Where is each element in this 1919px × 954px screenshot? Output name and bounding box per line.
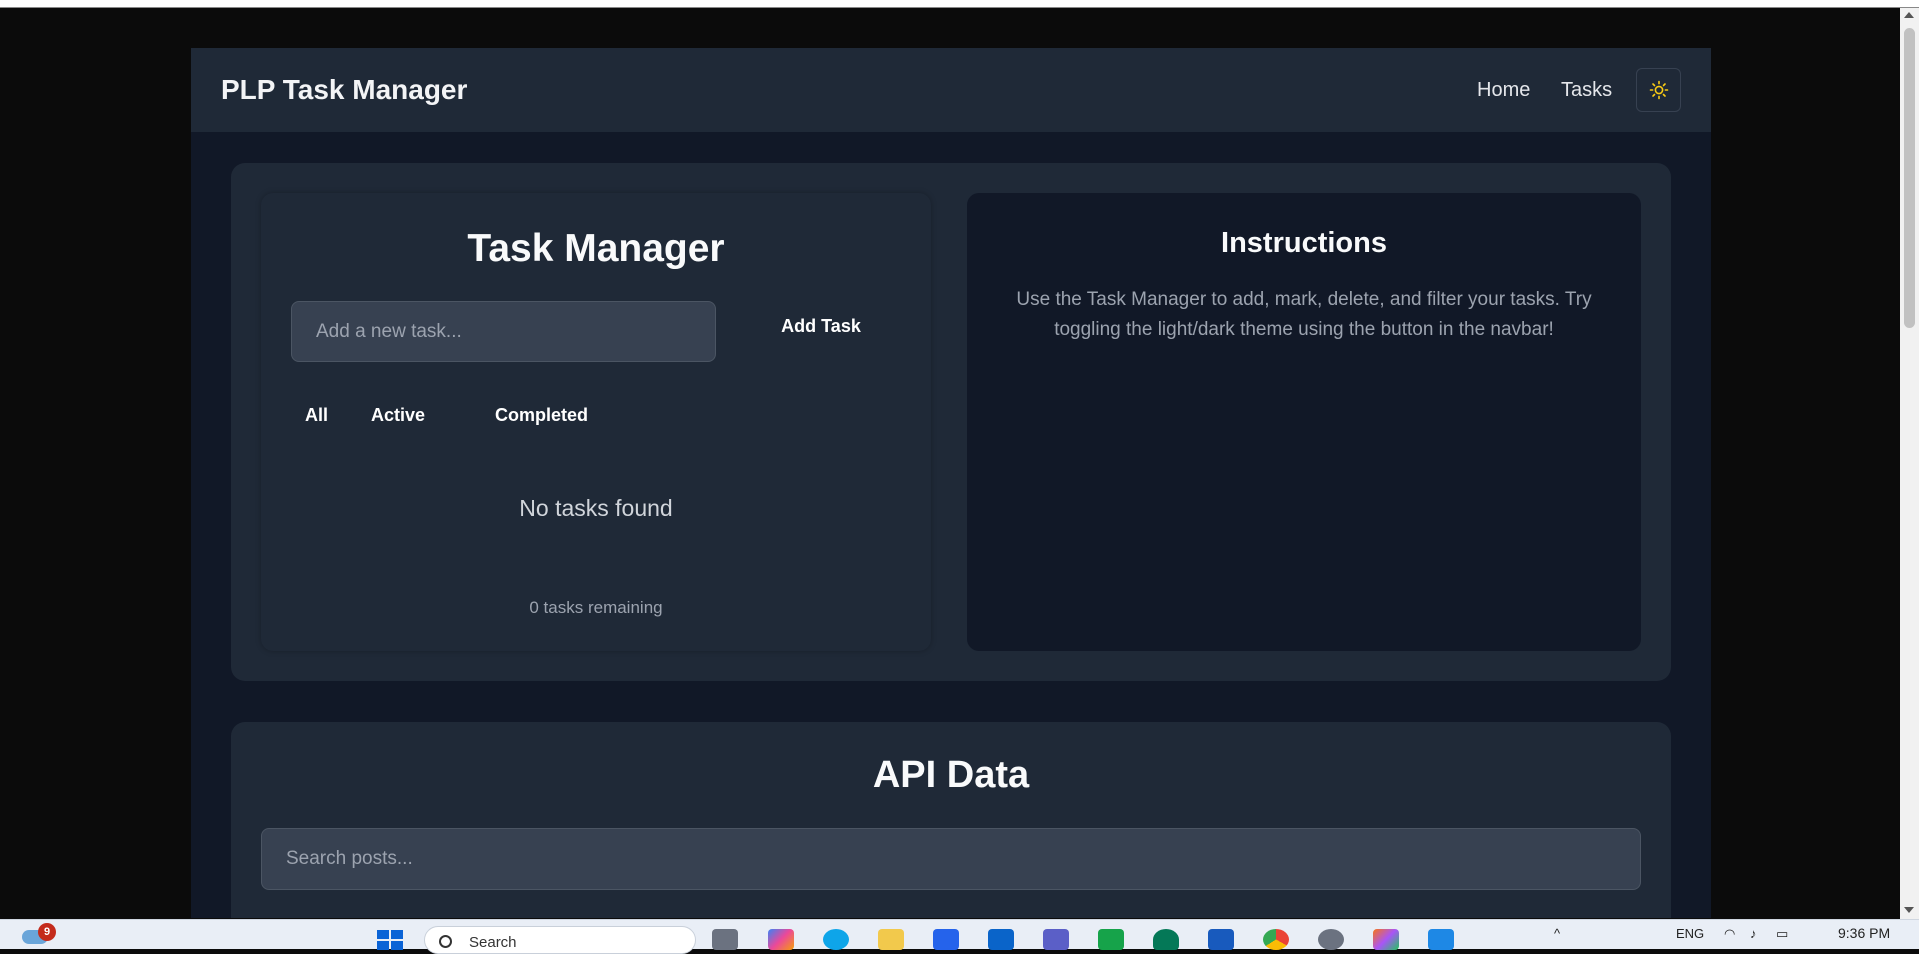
paint-icon[interactable] [1373,929,1399,950]
edge-icon[interactable] [823,929,849,950]
teams-icon[interactable] [1043,929,1069,950]
copilot-icon[interactable] [768,929,794,950]
task-view-icon[interactable] [712,929,738,950]
taskbar-search-box[interactable]: Search [424,926,696,954]
theme-toggle-button[interactable] [1636,68,1681,112]
filter-all-button[interactable]: All [305,405,328,426]
instructions-panel: Instructions Use the Task Manager to add… [967,193,1641,651]
word-icon[interactable] [1208,929,1234,950]
scroll-down-arrow-icon[interactable] [1904,907,1914,913]
windows-taskbar: 9 Search ^ ENG ◠ ♪ ▭ 9:36 PM [0,919,1919,954]
nav-link-home[interactable]: Home [1477,79,1530,102]
task-manager-title: Task Manager [467,227,725,270]
wifi-icon[interactable]: ◠ [1724,926,1735,942]
app-page: PLP Task Manager Home Tasks Task Manager… [191,48,1711,918]
navbar: PLP Task Manager Home Tasks [191,48,1711,132]
scrollbar-thumb[interactable] [1904,28,1915,328]
sun-icon [1649,80,1668,100]
browser-top-edge [0,0,1919,8]
filter-active-button[interactable]: Active [371,405,425,426]
tasks-remaining-count: 0 tasks remaining [529,598,663,617]
instructions-title: Instructions [1221,227,1387,259]
windows-start-icon[interactable] [377,930,403,950]
chrome-icon[interactable] [1263,929,1289,950]
task-manager-panel: Task Manager Add Task All Active Complet… [261,193,931,651]
empty-tasks-message: No tasks found [519,495,673,521]
outlook-icon[interactable] [988,929,1014,950]
file-explorer-icon[interactable] [878,929,904,950]
taskbar-clock[interactable]: 9:36 PM [1838,925,1890,941]
nav-link-tasks[interactable]: Tasks [1561,79,1612,102]
notification-badge: 9 [38,923,56,941]
main-card: Task Manager Add Task All Active Complet… [231,163,1671,681]
app-brand[interactable]: PLP Task Manager [221,74,467,106]
instructions-text: Use the Task Manager to add, mark, delet… [1016,289,1592,340]
store-icon[interactable] [933,929,959,950]
add-task-button[interactable]: Add Task [761,301,881,351]
api-data-title: API Data [872,754,1030,796]
battery-icon[interactable]: ▭ [1776,926,1788,942]
search-icon [439,935,452,948]
search-posts-input[interactable] [261,828,1641,890]
scroll-up-arrow-icon[interactable] [1904,12,1914,18]
shield-icon[interactable] [1098,929,1124,950]
volume-icon[interactable]: ♪ [1750,926,1757,941]
chevron-up-icon[interactable]: ^ [1554,926,1560,941]
filter-completed-button[interactable]: Completed [495,405,588,426]
mongodb-leaf-icon[interactable] [1153,929,1179,950]
api-data-card: API Data [231,722,1671,918]
settings-gear-icon[interactable] [1318,929,1344,950]
new-task-input[interactable] [291,301,716,362]
vscode-icon[interactable] [1428,929,1454,950]
language-indicator[interactable]: ENG [1676,926,1704,941]
taskbar-search-label: Search [469,934,517,951]
